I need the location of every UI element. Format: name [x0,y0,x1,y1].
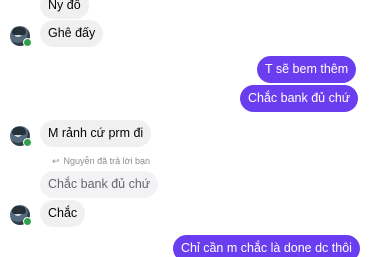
online-status-indicator [23,217,32,226]
online-status-indicator [23,38,32,47]
reply-arrow-icon: ↩ [52,156,60,166]
message-bubble-outgoing[interactable]: Chắc bank đủ chứ [240,85,359,112]
user-avatar[interactable] [10,126,32,147]
avatar-hair [12,127,26,135]
online-status-indicator [23,138,32,147]
user-avatar[interactable] [10,26,32,47]
message-bubble-outgoing[interactable]: T sẽ bem thêm [257,56,357,83]
message-bubble-incoming[interactable]: M rảnh cứ prm đi [40,120,152,147]
reply-indicator: ↩ Nguyễn đã trả lời bạn [52,155,150,167]
avatar-hair [12,206,26,214]
message-bubble-incoming[interactable]: Chắc [40,200,86,227]
reply-note-text: Nguyễn đã trả lời bạn [63,156,151,166]
chat-thread: Ny đồ Ghê đấy T sẽ bem thêm Chắc bank đủ… [0,0,374,257]
message-bubble-incoming[interactable]: Ghê đấy [40,20,104,47]
message-bubble-incoming[interactable]: Ny đồ [40,0,89,19]
avatar-hair [12,27,26,35]
user-avatar[interactable] [10,205,32,226]
message-bubble-outgoing[interactable]: Chỉ cần m chắc là done dc thôi [173,235,360,257]
quoted-message-bubble[interactable]: Chắc bank đủ chứ [40,171,159,198]
